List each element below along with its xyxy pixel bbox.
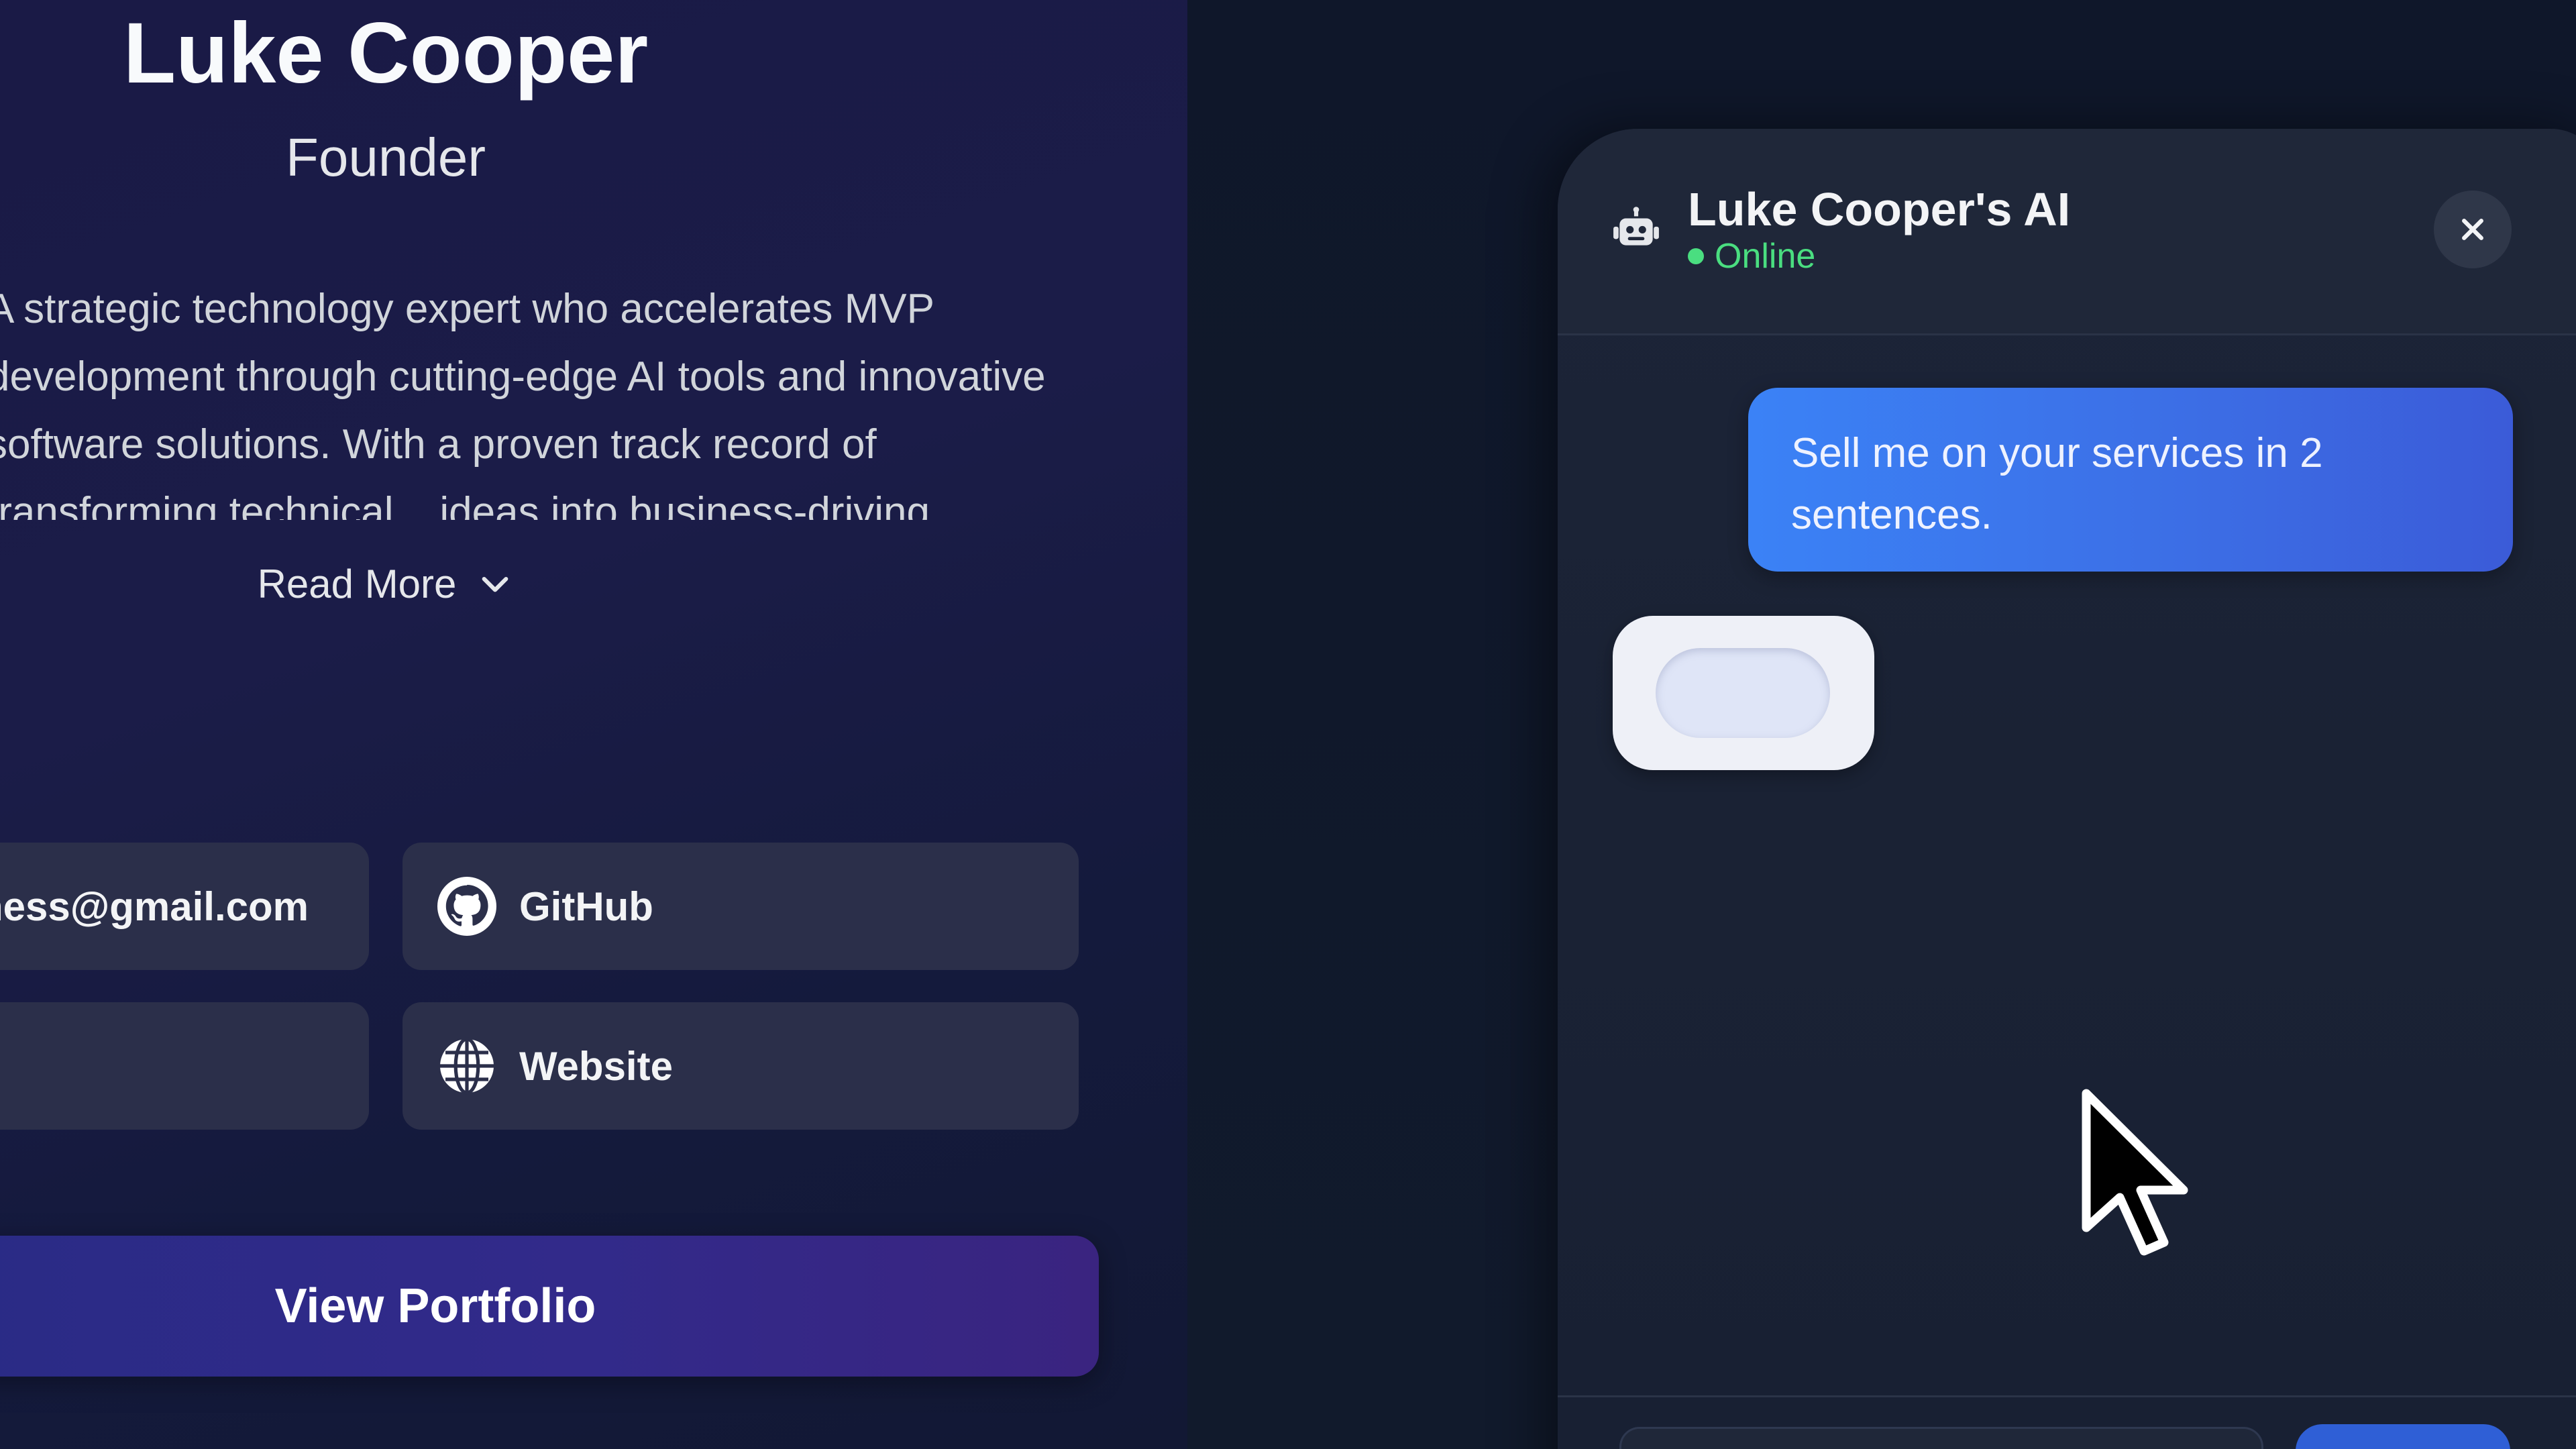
read-more-label: Read More — [257, 561, 457, 606]
chat-title: Luke Cooper's AI — [1688, 183, 2071, 235]
chat-footer — [1558, 1395, 2576, 1449]
email-link-button[interactable]: lukecooperbusiness@gmail.com — [0, 843, 369, 970]
ai-typing-indicator — [1613, 616, 1874, 770]
bio-container: A strategic technology expert who accele… — [0, 275, 1073, 520]
chevron-down-icon — [482, 576, 508, 592]
github-icon — [435, 874, 499, 938]
website-link-label: Website — [519, 1043, 673, 1089]
profile-bio: A strategic technology expert who accele… — [0, 286, 1046, 520]
chat-status-label: Online — [1715, 237, 1816, 276]
view-portfolio-button[interactable]: View Portfolio — [0, 1236, 1099, 1377]
typing-indicator-pill — [1656, 648, 1830, 738]
page: Luke Cooper Founder A strategic technolo… — [0, 0, 2576, 1449]
github-link-label: GitHub — [519, 883, 653, 929]
mouse-pointer-icon — [2082, 1089, 2188, 1256]
profile-name: Luke Cooper — [123, 5, 649, 101]
close-icon — [2462, 219, 2483, 240]
read-more-button[interactable]: Read More — [0, 550, 771, 617]
status-dot-icon — [1688, 248, 1704, 264]
close-chat-button[interactable] — [2434, 191, 2512, 268]
user-message-bubble: Sell me on your services in 2 sentences. — [1748, 388, 2513, 572]
email-link-label: lukecooperbusiness@gmail.com — [0, 883, 309, 929]
chat-message-input[interactable] — [1619, 1427, 2263, 1449]
robot-icon — [1613, 207, 1659, 246]
chat-status: Online — [1688, 236, 1815, 276]
profile-panel: Luke Cooper Founder A strategic technolo… — [0, 0, 1187, 1449]
linkedin-link-button[interactable] — [0, 1002, 369, 1130]
github-link-button[interactable]: GitHub — [402, 843, 1079, 970]
view-portfolio-label: View Portfolio — [274, 1279, 596, 1333]
send-message-button[interactable] — [2296, 1424, 2510, 1449]
website-link-button[interactable]: Website — [402, 1002, 1079, 1130]
chat-header: Luke Cooper's AI Online — [1558, 129, 2576, 335]
globe-icon — [435, 1034, 499, 1098]
profile-role: Founder — [286, 127, 486, 187]
ai-chat-widget: Luke Cooper's AI Online Sell me on your … — [1558, 129, 2576, 1449]
